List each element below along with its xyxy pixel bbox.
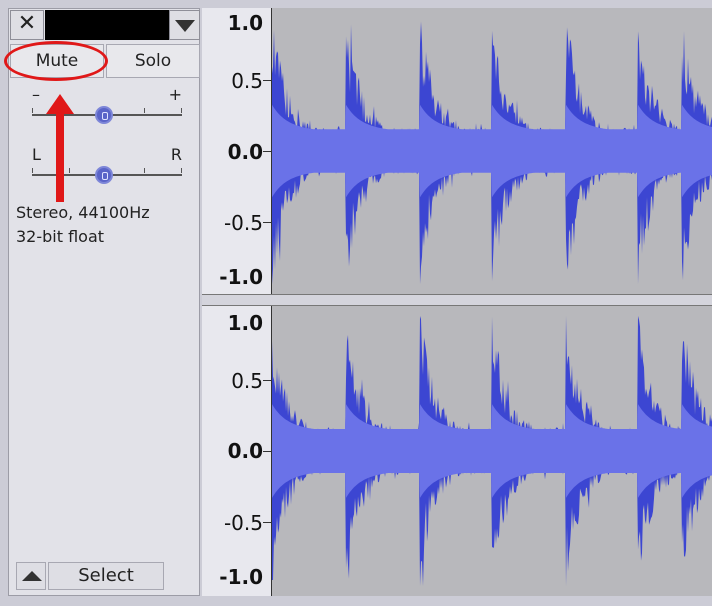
pan-right-label: R xyxy=(170,145,182,164)
ruler-tick xyxy=(263,80,271,81)
select-button[interactable]: Select xyxy=(48,562,164,590)
waveform-channel-right[interactable] xyxy=(272,306,712,596)
waveform-rms-shape xyxy=(272,104,712,198)
format-info-depth: 32-bit float xyxy=(16,227,105,246)
ruler-label: 0.5 xyxy=(231,69,263,93)
slider-tick xyxy=(181,108,182,113)
solo-button[interactable]: Solo xyxy=(106,44,200,78)
gain-min-label: – xyxy=(32,85,40,104)
slider-thumb-icon[interactable] xyxy=(95,166,113,184)
ruler-label: 1.0 xyxy=(227,311,263,335)
ruler-label: -0.5 xyxy=(223,211,263,235)
slider-tick xyxy=(144,108,145,113)
ruler-label: -1.0 xyxy=(219,565,263,589)
amplitude-ruler-left: 1.0 0.5 0.0 -0.5 -1.0 xyxy=(202,8,272,294)
channel-divider xyxy=(202,294,712,306)
ruler-tick xyxy=(263,151,271,152)
waveform-left-svg xyxy=(272,21,712,285)
ruler-tick xyxy=(263,522,271,523)
ruler-tick xyxy=(263,222,271,223)
close-track-button[interactable]: ✕ xyxy=(10,10,44,40)
track-name-field[interactable] xyxy=(45,10,169,40)
ruler-label: -0.5 xyxy=(223,511,263,535)
slider-tick xyxy=(181,168,182,173)
amplitude-ruler-right: 1.0 0.5 0.0 -0.5 -1.0 xyxy=(202,306,272,596)
close-icon: ✕ xyxy=(17,11,37,36)
ruler-label: 1.0 xyxy=(227,11,263,35)
ruler-label: 0.0 xyxy=(227,439,263,463)
collapse-track-button[interactable] xyxy=(16,562,46,590)
arrow-annotation-icon xyxy=(46,94,74,202)
ruler-tick xyxy=(263,451,271,452)
slider-tick xyxy=(144,168,145,173)
ruler-label: 0.0 xyxy=(227,140,263,164)
track-menu-button[interactable] xyxy=(169,10,200,40)
ruler-label: -1.0 xyxy=(219,265,263,289)
chevron-down-icon xyxy=(175,20,195,32)
gain-max-label: + xyxy=(168,85,182,104)
waveform-rms-shape xyxy=(272,404,712,498)
waveform-channel-left[interactable] xyxy=(272,8,712,294)
waveform-right-svg xyxy=(272,316,712,586)
ruler-label: 0.5 xyxy=(231,369,263,393)
slider-thumb-icon[interactable] xyxy=(95,106,113,124)
slider-tick xyxy=(32,168,33,173)
slider-tick xyxy=(32,108,33,113)
format-info-rate: Stereo, 44100Hz xyxy=(16,203,150,222)
ruler-tick xyxy=(263,380,271,381)
mute-highlight-circle xyxy=(4,41,108,81)
chevron-up-icon xyxy=(22,571,42,581)
